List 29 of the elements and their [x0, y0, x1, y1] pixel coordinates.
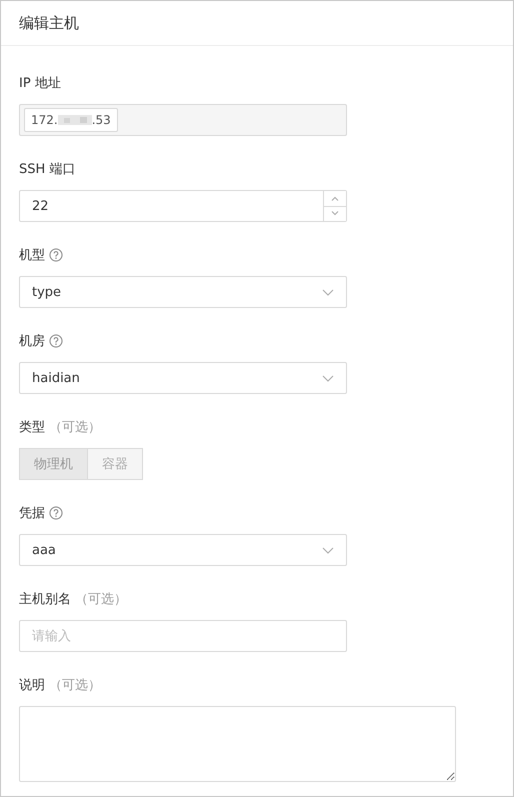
select-field[interactable]: type [19, 276, 347, 308]
help-icon [49, 334, 63, 348]
decrement-button[interactable] [324, 206, 346, 221]
ip-tag: 172. .53 [24, 108, 118, 132]
chevron-down-icon [331, 211, 339, 216]
description-textarea[interactable] [19, 706, 456, 782]
help-icon [49, 248, 63, 262]
select-field[interactable]: aaa [19, 534, 347, 566]
chevron-down-icon [322, 547, 334, 554]
optional-hint: （可选） [49, 677, 101, 694]
help-icon [49, 506, 63, 520]
field-label: 主机别名 [19, 591, 71, 608]
optional-hint: （可选） [75, 591, 127, 608]
field-label: 说明 [19, 677, 45, 694]
field-label: 类型 [19, 419, 45, 436]
field-label: IP 地址 [19, 75, 61, 92]
field-label: 机房 [19, 333, 45, 350]
select-field[interactable]: haidian [19, 362, 347, 394]
chevron-up-icon [331, 196, 339, 201]
chevron-down-icon [322, 289, 334, 296]
chevron-down-icon [322, 375, 334, 382]
alias-input[interactable]: 请输入 [19, 620, 347, 652]
optional-hint: （可选） [49, 419, 101, 436]
panel-title: 编辑主机 [19, 14, 79, 32]
field-label: SSH 端口 [19, 161, 76, 178]
port-input[interactable]: 22 [19, 190, 347, 222]
field-label: 凭据 [19, 505, 45, 522]
field-label: 机型 [19, 247, 45, 264]
blur-redaction [58, 115, 92, 125]
